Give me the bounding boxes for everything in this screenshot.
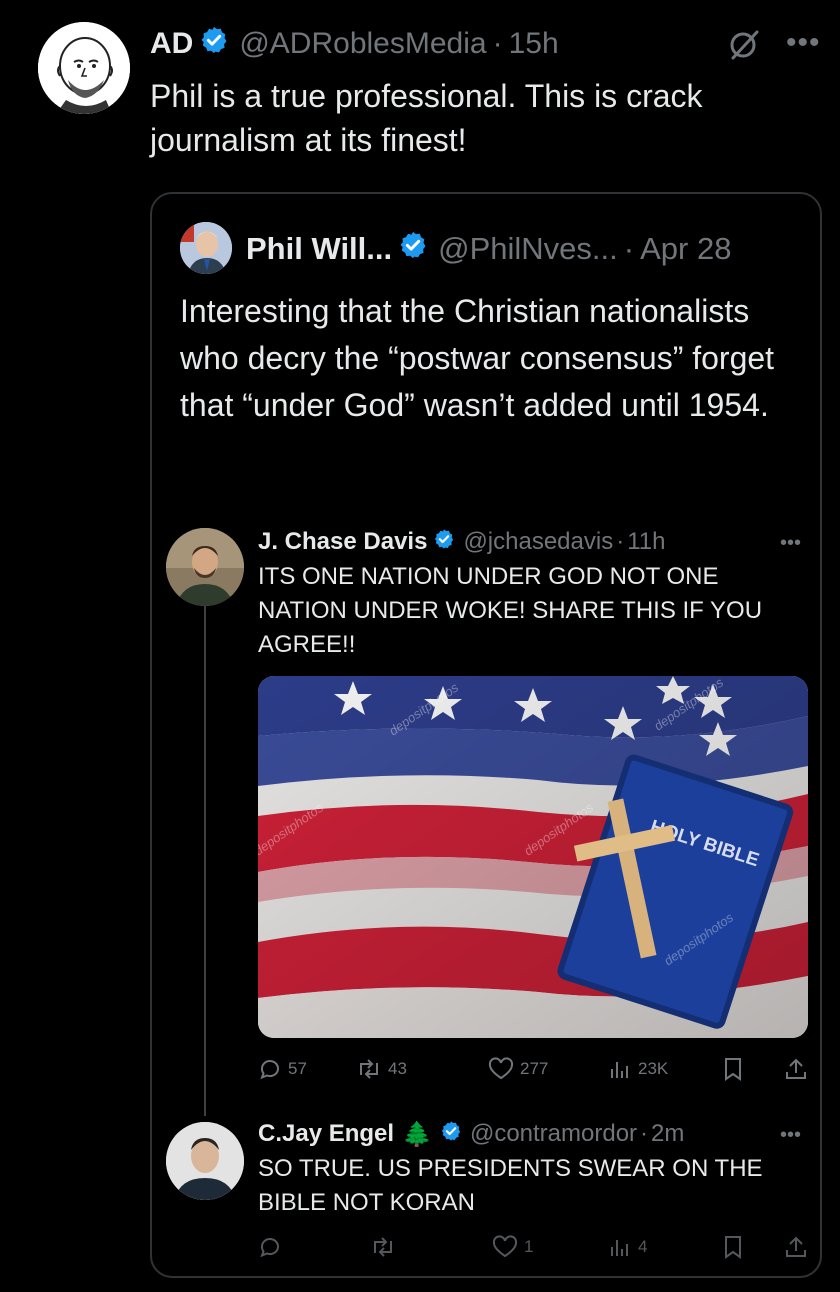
quoted-tweet-date[interactable]: Apr 28 <box>640 231 731 267</box>
post2-header: C.Jay Engel 🌲 @contramordor · 2m <box>258 1118 684 1150</box>
post1-text: ITS ONE NATION UNDER GOD NOT ONE NATION … <box>258 563 763 658</box>
quoted-author-name[interactable]: Phil Will... <box>246 231 392 267</box>
post2-views: 4 <box>608 1235 647 1259</box>
heart-icon <box>492 1235 518 1258</box>
share-icon <box>784 1057 808 1081</box>
post1-handle: @jchasedavis <box>463 528 614 555</box>
reply-icon <box>258 1235 282 1259</box>
post1-author-name: J. Chase Davis <box>258 528 428 555</box>
views-count: 23K <box>638 1059 669 1078</box>
reply-icon <box>260 1060 279 1080</box>
post1-avatar <box>166 528 244 606</box>
post1-image: HOLY BIBLE depositphotos depositphotos d… <box>258 676 808 1038</box>
repost-icon <box>360 1059 378 1079</box>
separator-dot: · <box>616 528 625 555</box>
tweet-time[interactable]: 15h <box>509 27 559 61</box>
verified-badge-icon <box>398 230 428 268</box>
tree-emoji: 🌲 <box>402 1120 432 1148</box>
post1-more-icon: ••• <box>780 532 802 554</box>
post2-time: 2m <box>651 1120 685 1147</box>
post1-action-bar: 57 43 277 23K <box>258 1054 808 1084</box>
separator-dot: · <box>492 27 503 60</box>
verified-badge-icon <box>199 25 229 63</box>
author-name[interactable]: AD <box>150 27 193 61</box>
more-icon[interactable]: ••• <box>786 26 821 60</box>
like-count: 277 <box>520 1059 549 1078</box>
post1-reply: 57 <box>258 1057 307 1081</box>
post1-header: J. Chase Davis @jchasedavis · 11h <box>258 526 665 558</box>
author-avatar[interactable] <box>38 22 130 114</box>
separator-dot: · <box>640 1120 649 1147</box>
quoted-author-handle[interactable]: @PhilNves... <box>438 231 618 267</box>
quoted-tweet-header: Phil Will... @PhilNves... · Apr 28 <box>246 228 731 270</box>
bookmark-icon <box>722 1235 744 1259</box>
bookmark-icon <box>722 1057 744 1081</box>
post1-repost: 43 <box>356 1057 407 1081</box>
post2-handle: @contramordor <box>469 1120 638 1147</box>
grok-icon[interactable] <box>727 28 761 67</box>
post2-like: 1 <box>492 1235 533 1259</box>
views-count: 4 <box>638 1237 648 1256</box>
post2-more-icon: ••• <box>780 1124 802 1146</box>
tweet-header: AD @ADRoblesMedia · 15h <box>150 24 559 64</box>
post2-action-bar: 1 4 <box>258 1232 808 1262</box>
post2-text: SO TRUE. US PRESIDENTS SWEAR ON THE BIBL… <box>258 1155 763 1216</box>
tweet-text: Phil is a true professional. This is cra… <box>150 78 703 158</box>
post2-avatar <box>166 1122 244 1200</box>
heart-icon <box>488 1057 514 1080</box>
share-icon <box>784 1235 808 1259</box>
post1-like: 277 <box>488 1057 548 1081</box>
views-icon <box>611 1062 628 1078</box>
post1-time: 11h <box>627 528 666 555</box>
quoted-tweet-text: Interesting that the Christian nationali… <box>180 293 775 423</box>
views-icon <box>611 1240 628 1256</box>
repost-count: 43 <box>388 1059 407 1078</box>
like-count: 1 <box>524 1237 534 1256</box>
thread-connector-line <box>204 606 206 1116</box>
author-handle[interactable]: @ADRoblesMedia <box>239 27 486 61</box>
verified-badge-icon <box>433 528 455 557</box>
verified-badge-icon <box>440 1120 462 1149</box>
repost-icon <box>370 1235 396 1259</box>
post1-views: 23K <box>608 1057 668 1081</box>
separator-dot: · <box>623 231 635 266</box>
reply-count: 57 <box>288 1059 307 1078</box>
post2-author-name: C.Jay Engel <box>258 1120 395 1147</box>
quoted-author-avatar[interactable] <box>180 222 232 274</box>
